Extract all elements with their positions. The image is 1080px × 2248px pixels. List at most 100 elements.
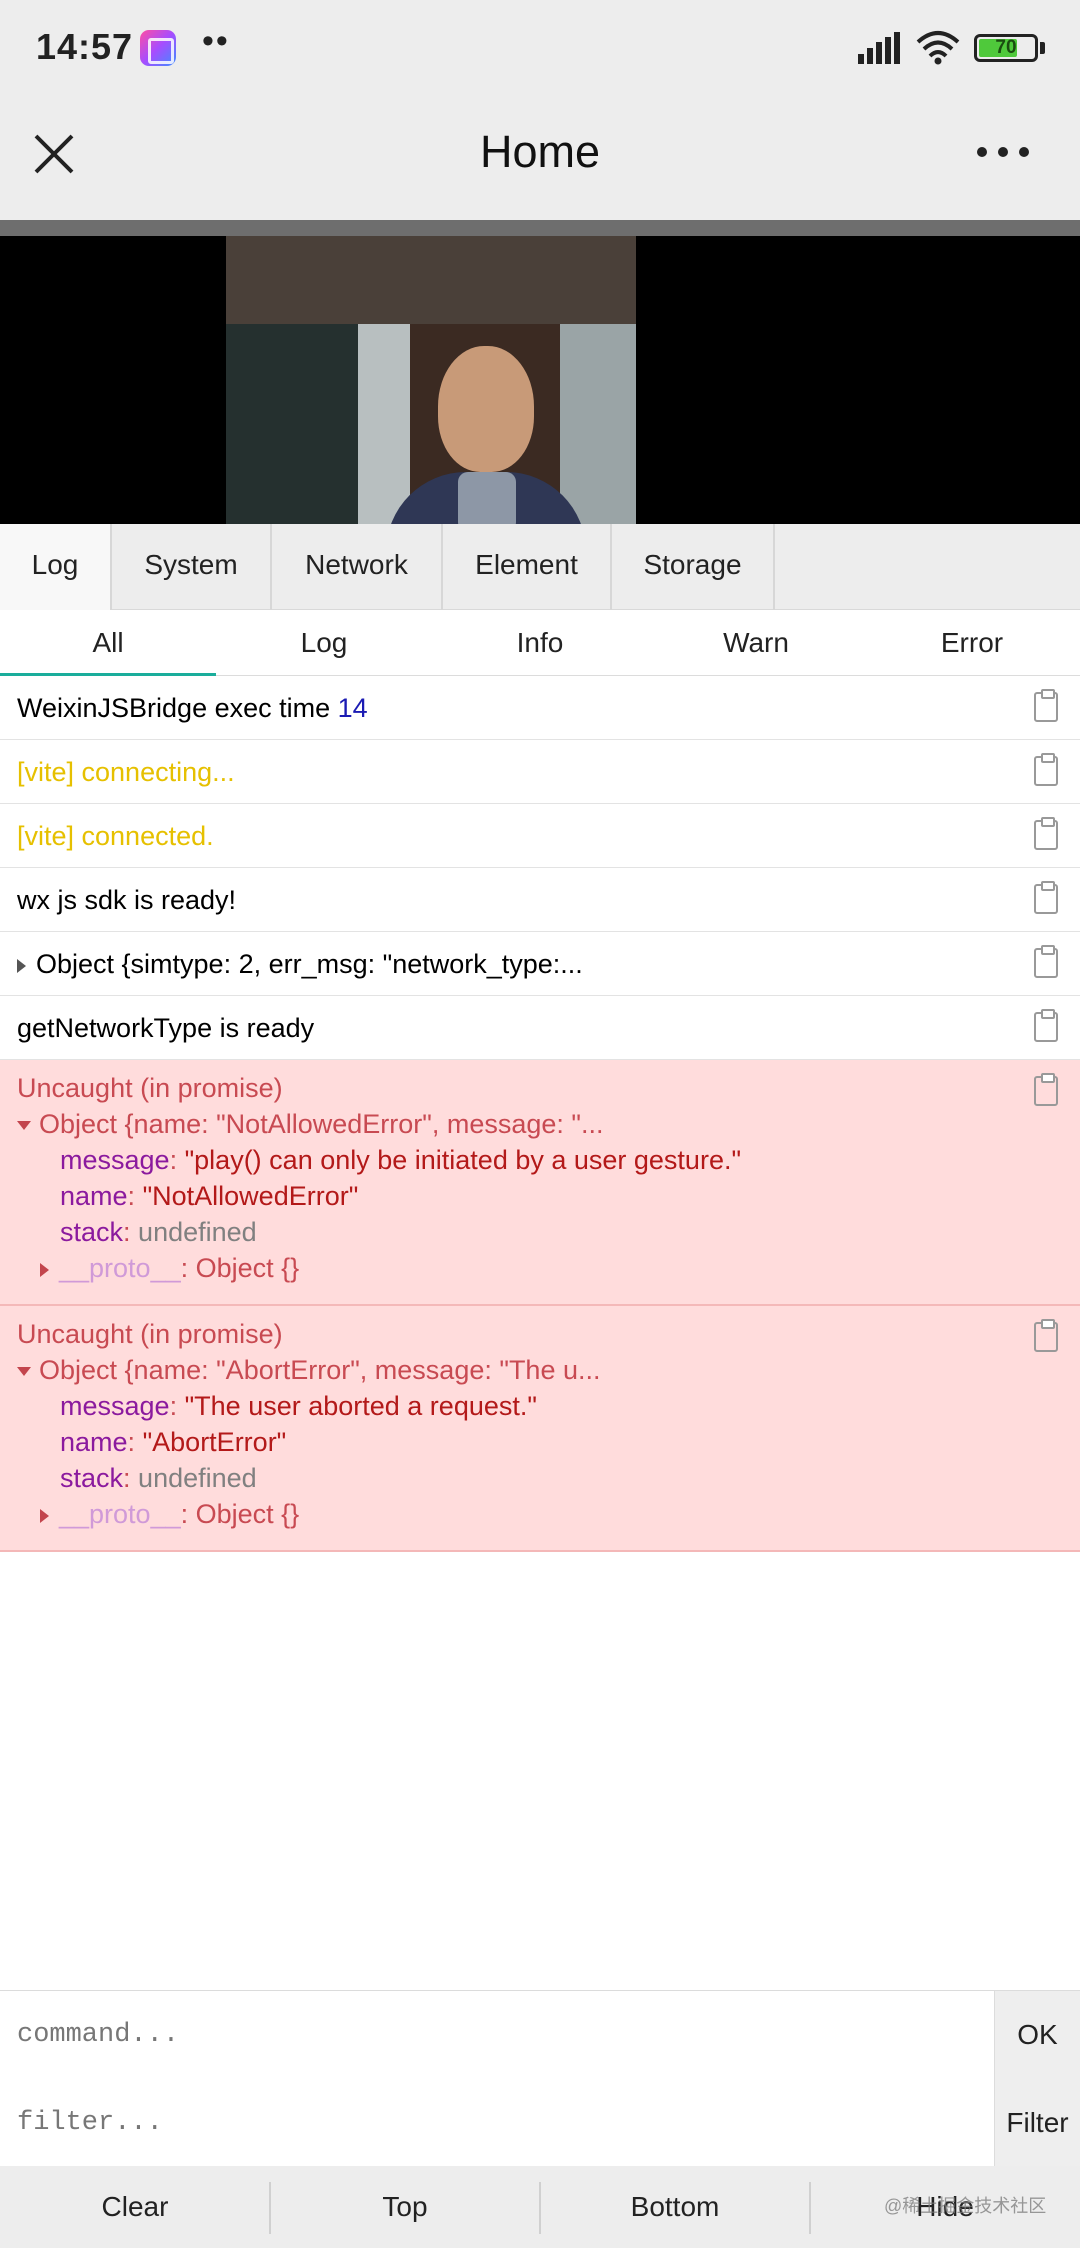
copy-icon[interactable] <box>1034 1073 1058 1106</box>
error-summary: Object {name: "NotAllowedError", message… <box>39 1109 604 1139</box>
prop-key: message <box>60 1391 170 1421</box>
log-text: WeixinJSBridge exec time 14 <box>17 676 368 740</box>
expand-icon[interactable] <box>17 958 26 973</box>
copy-icon[interactable] <box>1034 817 1058 850</box>
log-number: 14 <box>337 693 368 723</box>
filter-info[interactable]: Info <box>432 610 648 676</box>
log-message: WeixinJSBridge exec time <box>17 693 338 723</box>
prop-value: "NotAllowedError" <box>142 1181 359 1211</box>
log-text: getNetworkType is ready <box>17 1013 315 1043</box>
prop-key: stack <box>60 1463 124 1493</box>
copy-icon[interactable] <box>1034 881 1058 914</box>
battery-tip <box>1040 42 1045 54</box>
watermark: @稀土掘金技术社区 <box>884 2196 1047 2216</box>
filter-log[interactable]: Log <box>216 610 432 676</box>
copy-icon[interactable] <box>1034 689 1058 722</box>
error-prop-name: name: "AbortError" <box>60 1427 287 1457</box>
copy-icon[interactable] <box>1034 1009 1058 1042</box>
log-text: [vite] connecting... <box>17 757 235 787</box>
wifi-icon <box>916 31 960 65</box>
copy-icon[interactable] <box>1034 1319 1058 1352</box>
error-title: Uncaught (in promise) <box>17 1073 283 1103</box>
prop-value: "play() can only be initiated by a user … <box>184 1145 742 1175</box>
log-text: [vite] connected. <box>17 821 214 851</box>
prop-value: Object {} <box>195 1253 300 1283</box>
expand-icon[interactable] <box>40 1262 49 1277</box>
scene-ceiling <box>226 236 636 324</box>
prop-key: __proto__ <box>59 1253 181 1283</box>
battery-level: 70 <box>995 37 1017 58</box>
log-text: wx js sdk is ready! <box>17 885 237 915</box>
error-prop-proto[interactable]: __proto__: Object {} <box>40 1250 299 1286</box>
prop-value: "AbortError" <box>142 1427 287 1457</box>
prop-key: stack <box>60 1217 124 1247</box>
error-summary: Object {name: "AbortError", message: "Th… <box>39 1355 601 1385</box>
log-row: getNetworkType is ready <box>0 996 1080 1060</box>
expand-icon[interactable] <box>40 1508 49 1523</box>
video-frame <box>226 236 636 524</box>
log-text: Object {simtype: 2, err_msg: "network_ty… <box>17 932 583 996</box>
error-prop-stack: stack: undefined <box>60 1217 257 1247</box>
log-row: [vite] connecting... <box>0 740 1080 804</box>
ok-button[interactable]: OK <box>994 1991 1080 2079</box>
tab-log[interactable]: Log <box>0 524 112 610</box>
nav-bar: Home <box>0 96 1080 220</box>
log-row: WeixinJSBridge exec time 14 <box>0 676 1080 740</box>
filter-warn[interactable]: Warn <box>648 610 864 676</box>
log-row-object[interactable]: Object {simtype: 2, err_msg: "network_ty… <box>0 932 1080 996</box>
tab-storage[interactable]: Storage <box>612 524 775 610</box>
status-time: 14:57 <box>36 26 134 67</box>
filter-error[interactable]: Error <box>864 610 1080 676</box>
person-collar <box>458 472 516 524</box>
divider <box>0 220 1080 236</box>
tab-element[interactable]: Element <box>443 524 612 610</box>
command-row: OK <box>0 1991 1080 2079</box>
log-object-summary: Object {simtype: 2, err_msg: "network_ty… <box>36 949 583 979</box>
bottom-button[interactable]: Bottom <box>540 2166 810 2248</box>
prop-key: name <box>60 1427 128 1457</box>
filter-input[interactable] <box>0 2079 994 2167</box>
copy-icon[interactable] <box>1034 753 1058 786</box>
scene-wall-left <box>226 324 358 524</box>
filter-row: Filter <box>0 2079 1080 2167</box>
scene-wall-right <box>560 324 636 524</box>
app-icon <box>140 30 176 66</box>
command-input[interactable] <box>0 1991 994 2079</box>
filter-all[interactable]: All <box>0 610 216 676</box>
collapse-icon[interactable] <box>17 1121 31 1131</box>
clear-button[interactable]: Clear <box>0 2166 270 2248</box>
copy-icon[interactable] <box>1034 945 1058 978</box>
tab-system[interactable]: System <box>112 524 272 610</box>
top-button[interactable]: Top <box>270 2166 540 2248</box>
status-bar: 14:57 •• 70 <box>0 0 1080 96</box>
prop-value: undefined <box>138 1463 257 1493</box>
panel-tabs: Log System Network Element Storage <box>0 524 1080 610</box>
error-prop-name: name: "NotAllowedError" <box>60 1181 359 1211</box>
error-title: Uncaught (in promise) <box>17 1319 283 1349</box>
filter-button[interactable]: Filter <box>994 2079 1080 2167</box>
log-row: [vite] connected. <box>0 804 1080 868</box>
error-prop-proto[interactable]: __proto__: Object {} <box>40 1496 299 1532</box>
prop-key: message <box>60 1145 170 1175</box>
error-object[interactable]: Object {name: "NotAllowedError", message… <box>17 1106 603 1142</box>
tab-network[interactable]: Network <box>272 524 443 610</box>
error-row: Uncaught (in promise) Object {name: "Abo… <box>0 1306 1080 1552</box>
error-prop-stack: stack: undefined <box>60 1463 257 1493</box>
error-row: Uncaught (in promise) Object {name: "Not… <box>0 1060 1080 1306</box>
video-player[interactable] <box>0 236 1080 524</box>
log-row: wx js sdk is ready! <box>0 868 1080 932</box>
more-icon[interactable] <box>972 132 1034 172</box>
prop-key: name <box>60 1181 128 1211</box>
prop-value: "The user aborted a request." <box>184 1391 537 1421</box>
prop-value: undefined <box>138 1217 257 1247</box>
scene-light <box>358 324 410 524</box>
log-filter-tabs: All Log Info Warn Error <box>0 610 1080 676</box>
prop-value: Object {} <box>195 1499 300 1529</box>
prop-key: __proto__ <box>59 1499 181 1529</box>
command-area: OK Filter <box>0 1990 1080 2167</box>
person-head <box>438 346 534 472</box>
collapse-icon[interactable] <box>17 1367 31 1377</box>
error-prop-message: message: "The user aborted a request." <box>60 1391 537 1421</box>
error-object[interactable]: Object {name: "AbortError", message: "Th… <box>17 1352 601 1388</box>
page-title: Home <box>479 126 601 177</box>
